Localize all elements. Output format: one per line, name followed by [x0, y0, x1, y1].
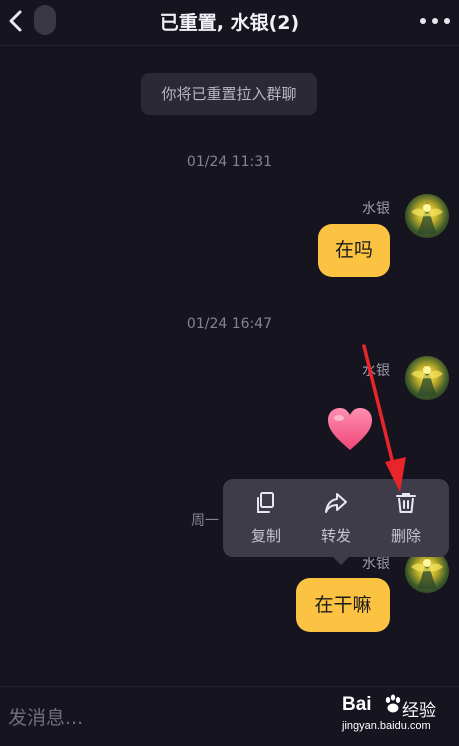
delete-trash-icon — [396, 493, 416, 513]
sender-name: 水银 — [362, 363, 390, 379]
chat-title: 已重置, 水银(2) — [159, 12, 300, 34]
watermark-logo-text: Bai — [342, 694, 372, 715]
message-context-menu: 复制 转发 删除 — [223, 479, 449, 557]
system-notice: 你将已重置拉入群聊 — [141, 73, 317, 115]
watermark-url: jingyan.baidu.com — [342, 720, 431, 732]
message-bubble[interactable]: 在吗 — [318, 224, 390, 277]
timestamp: 01/24 16:47 — [186, 316, 273, 332]
timestamp: 01/24 11:31 — [186, 154, 273, 170]
sender-name: 水银 — [362, 201, 390, 217]
forward-icon — [325, 493, 347, 513]
delete-button[interactable]: 删除 — [375, 479, 437, 557]
copy-icon — [257, 492, 274, 513]
watermark-cn-text: 经验 — [402, 701, 436, 721]
paw-icon — [385, 694, 401, 713]
copy-button[interactable]: 复制 — [235, 479, 297, 557]
message-input[interactable]: 发消息... — [8, 703, 83, 730]
avatar-image[interactable] — [405, 194, 449, 238]
heart-icon[interactable] — [326, 406, 374, 452]
more-dots-icon[interactable] — [418, 13, 452, 27]
chat-header: 已重置, 水银(2) — [0, 0, 459, 46]
baidu-jingyan-watermark: Bai 经验 jingyan.baidu.com — [342, 690, 454, 742]
forward-button[interactable]: 转发 — [305, 479, 367, 557]
copy-label: 复制 — [250, 527, 281, 545]
message-bubble[interactable]: 在干嘛 — [296, 578, 390, 632]
delete-label: 删除 — [390, 527, 421, 545]
forward-label: 转发 — [320, 527, 351, 545]
timestamp: 周一 — [191, 513, 219, 529]
avatar-image[interactable] — [405, 356, 449, 400]
context-menu-caret — [332, 556, 350, 565]
